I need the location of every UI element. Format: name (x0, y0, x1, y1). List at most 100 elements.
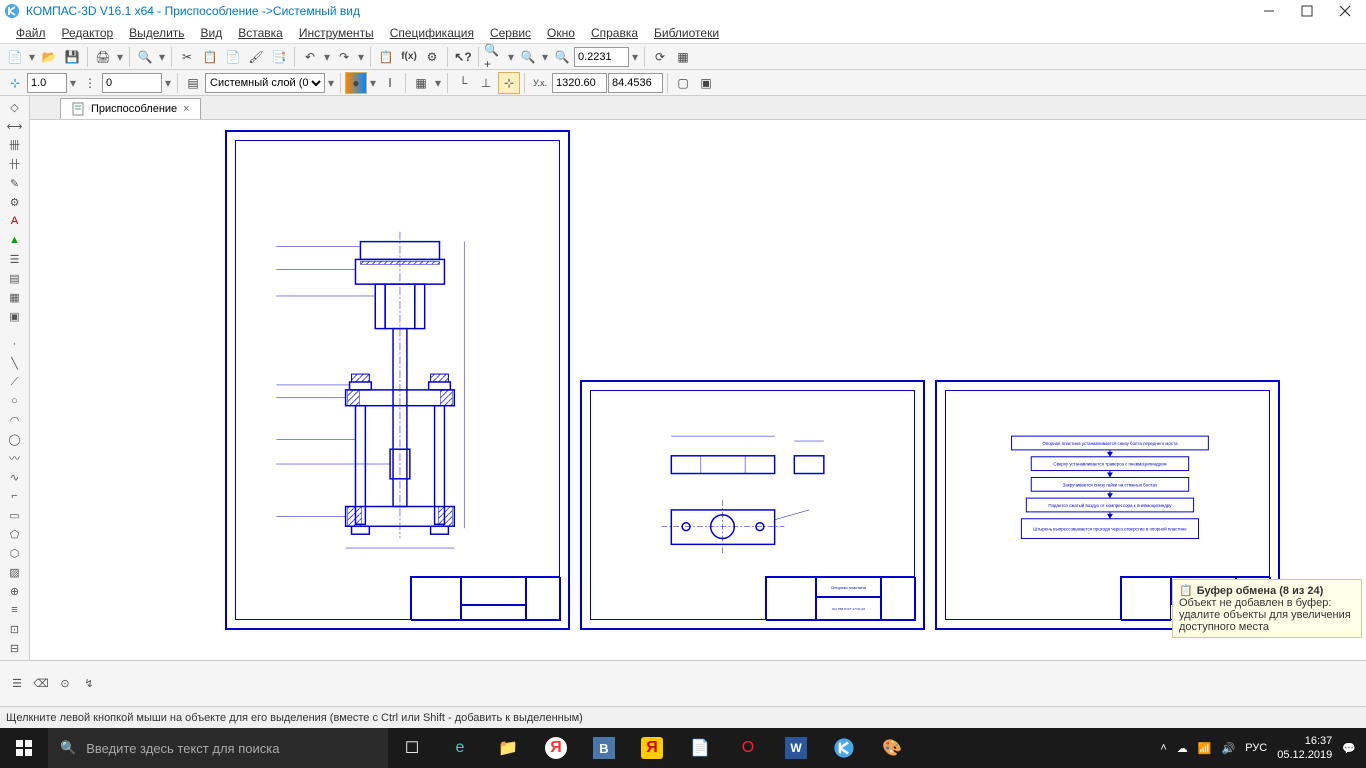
arc-icon[interactable]: ◠ (4, 411, 26, 429)
doc-icon[interactable]: 📄 (676, 728, 724, 768)
measure-icon[interactable]: A (4, 212, 26, 230)
rect-icon[interactable]: ▭ (4, 506, 26, 524)
yandex2-icon[interactable]: Я (628, 728, 676, 768)
edge-icon[interactable]: e (436, 728, 484, 768)
close-tab-icon[interactable]: × (183, 103, 189, 115)
word-icon[interactable]: W (772, 728, 820, 768)
kompas-taskbar-icon[interactable] (820, 728, 868, 768)
close-button[interactable] (1336, 2, 1354, 20)
cut-button[interactable]: ✂ (176, 46, 198, 68)
ortho-button[interactable]: └ (452, 72, 474, 94)
views2-button[interactable]: ▣ (695, 72, 717, 94)
tray-volume-icon[interactable]: 🔊 (1222, 742, 1236, 755)
format-painter-button[interactable]: 🖌 (245, 46, 267, 68)
color-button[interactable]: ● (345, 72, 367, 94)
collect-icon[interactable]: ⊡ (4, 620, 26, 638)
menu-spec[interactable]: Спецификация (382, 24, 482, 42)
explorer-icon[interactable]: 📁 (484, 728, 532, 768)
properties-button[interactable]: 📑 (268, 46, 290, 68)
coord-mode-button[interactable]: У.х. (529, 72, 551, 94)
help-cursor-button[interactable]: ↖? (452, 46, 474, 68)
circle-icon[interactable]: ○ (4, 392, 26, 410)
coord-x-input[interactable] (552, 73, 607, 93)
zoom-in-button[interactable]: 🔍+ (483, 46, 505, 68)
tray-clock[interactable]: 16:37 05.12.2019 (1277, 734, 1332, 763)
zoom-fit-button[interactable]: 🔍 (517, 46, 539, 68)
menu-view[interactable]: Вид (193, 24, 231, 42)
vars-button[interactable]: ⚙ (421, 46, 443, 68)
linestyle-input[interactable] (102, 73, 162, 93)
redo-button[interactable]: ↷ (333, 46, 355, 68)
menu-tools[interactable]: Инструменты (291, 24, 382, 42)
new-doc-button[interactable]: 📄 (4, 46, 26, 68)
copy-button[interactable]: 📋 (199, 46, 221, 68)
snap-button[interactable]: ⊹ (4, 72, 26, 94)
start-button[interactable] (0, 728, 48, 768)
save-button[interactable]: 💾 (61, 46, 83, 68)
select-icon[interactable]: ▲ (4, 231, 26, 249)
views-icon[interactable]: ▦ (4, 288, 26, 306)
fillet-icon[interactable]: ⌐ (4, 487, 26, 505)
menu-insert[interactable]: Вставка (230, 24, 291, 42)
polygon-icon[interactable]: ⬠ (4, 525, 26, 543)
symbols-icon[interactable]: 卌 (4, 136, 26, 154)
maximize-button[interactable] (1298, 2, 1316, 20)
prop-cancel-icon[interactable]: ⌫ (30, 675, 52, 693)
spline-icon[interactable]: 〰 (4, 449, 26, 467)
tray-wifi-icon[interactable]: 📶 (1198, 742, 1212, 755)
vk-icon[interactable]: В (580, 728, 628, 768)
preview-button[interactable]: 🔍 (134, 46, 156, 68)
opera-icon[interactable]: O (724, 728, 772, 768)
insert-icon[interactable]: ▣ (4, 307, 26, 325)
zoom-scale-button[interactable]: 🔍 (551, 46, 573, 68)
menu-libs[interactable]: Библиотеки (646, 24, 727, 42)
menu-service[interactable]: Сервис (482, 24, 539, 42)
break-icon[interactable]: ⊟ (4, 639, 26, 657)
dims-icon[interactable]: ⟷ (4, 117, 26, 135)
minimize-button[interactable] (1260, 2, 1278, 20)
edit-icon[interactable]: ✎ (4, 174, 26, 192)
print-button[interactable]: 🖨 (92, 46, 114, 68)
end-button[interactable]: Ⅰ (379, 72, 401, 94)
menu-help[interactable]: Справка (583, 24, 646, 42)
linewidth-input[interactable] (27, 73, 67, 93)
bezier-icon[interactable]: ∿ (4, 468, 26, 486)
hatch-icon[interactable]: ▨ (4, 563, 26, 581)
tray-lang[interactable]: РУС (1245, 742, 1267, 754)
spec-button[interactable]: 📋 (375, 46, 397, 68)
coord-y-input[interactable] (608, 73, 663, 93)
spec-icon[interactable]: ☰ (4, 250, 26, 268)
geometry-icon[interactable]: ◇ (4, 98, 26, 116)
grid-button[interactable]: ▦ (410, 72, 432, 94)
report-icon[interactable]: ▤ (4, 269, 26, 287)
zoom-value-input[interactable] (574, 47, 629, 67)
taskbar-search[interactable]: 🔍 Введите здесь текст для поиска (48, 728, 388, 768)
new-doc-dd[interactable]: ▾ (27, 50, 37, 64)
layer-mgr-button[interactable]: ▤ (182, 72, 204, 94)
snap2-button[interactable]: ⊹ (498, 72, 520, 94)
aux-line-icon[interactable]: ⟋ (4, 373, 26, 391)
axis-icon[interactable]: ⊕ (4, 582, 26, 600)
zoom-value-dd[interactable]: ▾ (630, 50, 640, 64)
fx-button[interactable]: f(x) (398, 46, 420, 68)
param-icon[interactable]: ⚙ (4, 193, 26, 211)
point-icon[interactable]: · (4, 335, 26, 353)
prop-auto-icon[interactable]: ↯ (78, 675, 100, 693)
redraw-button[interactable]: ⟳ (649, 46, 671, 68)
menu-editor[interactable]: Редактор (54, 24, 122, 42)
tray-cloud-icon[interactable]: ☁ (1177, 742, 1188, 755)
contour-icon[interactable]: ⬡ (4, 544, 26, 562)
layers-button[interactable]: ▦ (672, 46, 694, 68)
text-icon[interactable]: 卄 (4, 155, 26, 173)
taskview-icon[interactable]: ☐ (388, 728, 436, 768)
doc-tab-active[interactable]: Приспособление × (60, 98, 201, 119)
open-button[interactable]: 📂 (38, 46, 60, 68)
ellipse-icon[interactable]: ◯ (4, 430, 26, 448)
undo-button[interactable]: ↶ (299, 46, 321, 68)
paint-icon[interactable]: 🎨 (868, 728, 916, 768)
line-icon[interactable]: ╲ (4, 354, 26, 372)
paste-button[interactable]: 📄 (222, 46, 244, 68)
equid-icon[interactable]: ≡ (4, 601, 26, 619)
layer-select[interactable]: Системный слой (0) (205, 73, 325, 93)
tray-up-icon[interactable]: ˄ (1160, 742, 1166, 754)
